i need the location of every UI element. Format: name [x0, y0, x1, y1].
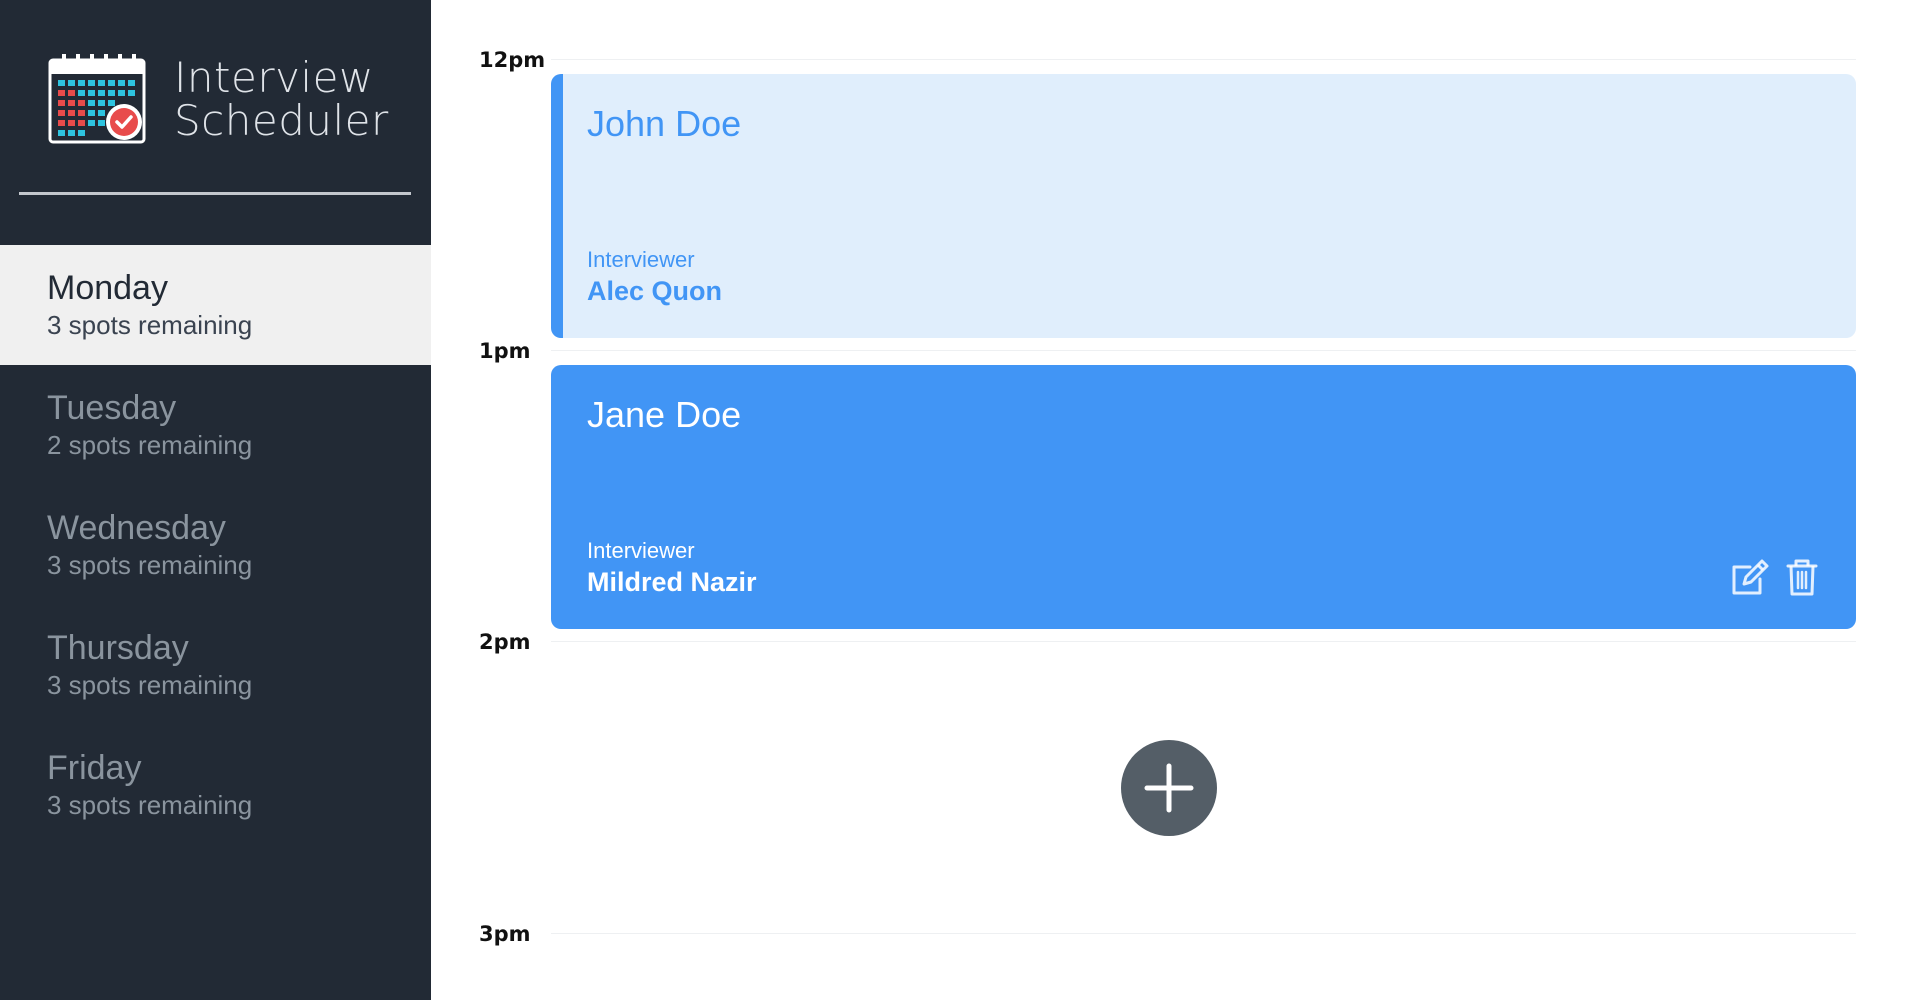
day-name: Wednesday	[47, 509, 226, 547]
appointment-card[interactable]: Jane Doe Interviewer Mildred Nazir	[551, 365, 1856, 629]
app-logo: Interview Scheduler	[48, 52, 389, 146]
hour-divider	[551, 350, 1856, 351]
appointment-student-name: Jane Doe	[587, 394, 742, 435]
sidebar-divider	[19, 192, 411, 195]
interviewer-name: Alec Quon	[587, 276, 723, 306]
interviewer-name: Mildred Nazir	[587, 567, 757, 597]
day-spots-remaining: 3 spots remaining	[47, 550, 253, 580]
day-spots-remaining: 2 spots remaining	[47, 430, 253, 460]
hour-divider	[551, 933, 1856, 934]
day-list: Monday 3 spots remaining Tuesday 2 spots…	[0, 245, 431, 845]
day-spots-remaining: 3 spots remaining	[47, 310, 253, 340]
appointment-card[interactable]: John Doe Interviewer Alec Quon	[551, 74, 1856, 338]
calendar-icon	[48, 54, 146, 144]
day-name: Tuesday	[47, 389, 177, 427]
add-appointment-button[interactable]	[1121, 740, 1217, 836]
hour-divider	[551, 59, 1856, 60]
day-spots-remaining: 3 spots remaining	[47, 790, 253, 820]
time-label-12pm: 12pm	[479, 48, 546, 72]
day-item-wednesday[interactable]: Wednesday 3 spots remaining	[0, 485, 431, 605]
day-item-friday[interactable]: Friday 3 spots remaining	[0, 725, 431, 845]
time-label-3pm: 3pm	[479, 922, 531, 946]
day-name: Monday	[47, 269, 168, 307]
day-item-monday[interactable]: Monday 3 spots remaining	[0, 245, 431, 365]
plus-icon	[1144, 763, 1194, 813]
time-label-1pm: 1pm	[479, 339, 531, 363]
interviewer-label: Interviewer	[587, 538, 695, 563]
hour-divider	[551, 641, 1856, 642]
app-title-line2: Scheduler	[174, 96, 389, 145]
day-spots-remaining: 3 spots remaining	[47, 670, 253, 700]
trash-icon[interactable]	[1782, 557, 1822, 597]
appointment-student-name: John Doe	[587, 103, 742, 144]
edit-icon[interactable]	[1730, 557, 1770, 597]
sidebar: Interview Scheduler Monday 3 spots remai…	[0, 0, 431, 1000]
day-item-thursday[interactable]: Thursday 3 spots remaining	[0, 605, 431, 725]
appointment-actions	[1730, 557, 1822, 597]
app-root: Interview Scheduler Monday 3 spots remai…	[0, 0, 1906, 1000]
day-name: Thursday	[47, 629, 189, 667]
app-title: Interview Scheduler	[174, 56, 389, 142]
schedule-panel: 12pm 1pm 2pm 3pm John Doe Interviewer Al…	[431, 0, 1906, 1000]
app-title-line1: Interview	[174, 53, 374, 102]
time-label-2pm: 2pm	[479, 630, 531, 654]
interviewer-label: Interviewer	[587, 247, 695, 272]
day-name: Friday	[47, 749, 142, 787]
day-item-tuesday[interactable]: Tuesday 2 spots remaining	[0, 365, 431, 485]
